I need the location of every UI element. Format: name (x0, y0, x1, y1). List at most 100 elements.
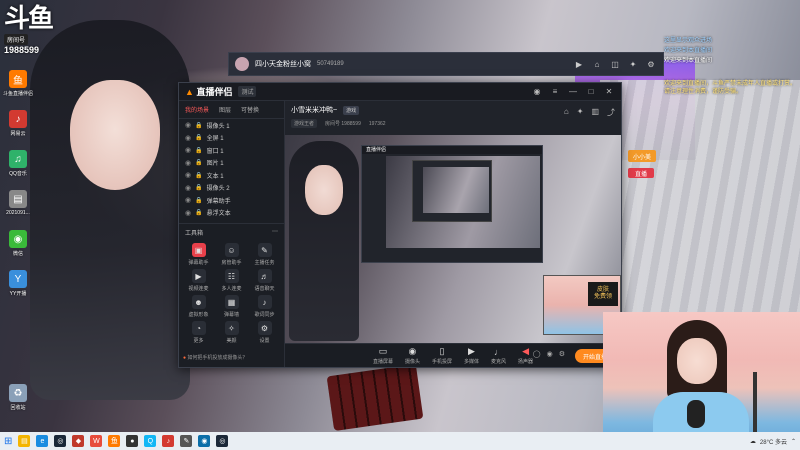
windows-start-icon[interactable]: ⊞ (4, 436, 12, 447)
stream-preview[interactable]: 直播伴侣 皮肤 免费领 (285, 135, 621, 345)
eye-icon[interactable]: ◉ (185, 171, 191, 179)
room-subcategory[interactable]: 游戏王者 (291, 119, 318, 128)
tool-lyrics[interactable]: ♪ 歌词同步 (249, 295, 280, 318)
layer-item[interactable]: ◉ 🔒 弹幕助手 (179, 194, 284, 207)
bag-icon[interactable]: ⌂ (564, 107, 569, 118)
tool-manager[interactable]: ☺ 房管助手 (216, 243, 247, 266)
desktop-icon-label: 微信 (12, 251, 23, 257)
tool-avatar[interactable]: ☻ 虚拟形象 (183, 295, 214, 318)
lock-icon[interactable]: 🔒 (195, 134, 202, 141)
edge-icon[interactable]: e (36, 435, 49, 447)
qq-icon[interactable]: Q (144, 435, 157, 447)
tool-more[interactable]: ◔ 更多 (183, 321, 214, 344)
close-icon[interactable]: ✕ (603, 86, 615, 98)
more-icon: ◔ (191, 321, 206, 335)
layer-item[interactable]: ◉ 🔒 窗口 1 (179, 144, 284, 157)
eye-icon[interactable]: ◉ (185, 209, 191, 217)
desktop-icon-yy[interactable]: Y YY开播 (2, 270, 34, 304)
eye-icon[interactable]: ◉ (185, 121, 191, 129)
douyu-app-icon[interactable]: 鱼 (108, 435, 121, 447)
steam-icon[interactable]: ◎ (54, 435, 67, 447)
control-media[interactable]: ▶ 多媒体 (464, 346, 479, 365)
music-icon[interactable]: ♪ (162, 435, 175, 447)
eye-icon[interactable]: ◉ (547, 350, 553, 358)
desktop-icon-netease[interactable]: ♪ 网易云 (2, 110, 34, 144)
tab-replaceable[interactable]: 可替换 (241, 105, 259, 114)
wegame-icon[interactable]: W (90, 435, 103, 447)
layer-item[interactable]: ◉ 🔒 全屏 1 (179, 132, 284, 145)
layer-item[interactable]: ◉ 🔒 悬浮文本 (179, 207, 284, 220)
control-camera[interactable]: ◉ 摄像头 (405, 346, 420, 365)
weather-icon[interactable]: ☁ (750, 438, 756, 445)
control-screen[interactable]: ▭ 直播屏幕 (373, 346, 393, 365)
settings-icon[interactable]: ⚙ (559, 350, 565, 358)
version-badge: 测试 (238, 86, 257, 97)
lock-icon[interactable]: 🔒 (195, 184, 202, 191)
toolbox-more-icon[interactable]: ⋯ (272, 228, 278, 237)
tool-task[interactable]: ✎ 主播任务 (249, 243, 280, 266)
eye-icon[interactable]: ◉ (185, 184, 191, 192)
eye-icon[interactable]: ◉ (185, 159, 191, 167)
layer-item[interactable]: ◉ 🔒 文本 1 (179, 169, 284, 182)
maximize-icon[interactable]: □ (585, 86, 597, 98)
steam2-icon[interactable]: ◎ (216, 435, 229, 447)
phone-camera-tip[interactable]: ● 如何把手机投放成摄像头？ (183, 354, 247, 361)
avatar-icon[interactable]: ◉ (531, 86, 543, 98)
lock-icon[interactable]: 🔒 (195, 172, 202, 179)
desktop-icon-wechat[interactable]: ◉ 微信 (2, 230, 34, 264)
tool-danmaku[interactable]: ▣ 弹幕助手 (183, 243, 214, 266)
control-mic[interactable]: ♩ 麦克风 (491, 347, 506, 365)
lock-icon[interactable]: 🔒 (195, 159, 202, 166)
tool-multi-link[interactable]: ☷ 多人连麦 (216, 269, 247, 292)
eye-icon[interactable]: ◉ (185, 196, 191, 204)
camera-app-icon[interactable]: ◉ (198, 435, 211, 447)
tab-layers[interactable]: 图层 (219, 105, 231, 114)
tool-settings[interactable]: ⚙ 设置 (249, 321, 280, 344)
tool-voice[interactable]: ♬ 语音聊天 (249, 269, 280, 292)
explorer-icon[interactable]: ▤ (18, 435, 31, 447)
desktop-icon-qqmusic[interactable]: ♫ QQ音乐 (2, 150, 34, 184)
avatar[interactable] (235, 57, 249, 71)
room-category[interactable]: 游戏 (343, 105, 360, 115)
lock-icon[interactable]: 🔒 (195, 147, 202, 154)
tab-scenes[interactable]: 我的场景 (185, 105, 209, 114)
control-phone[interactable]: ▯ 手机投屏 (432, 346, 452, 365)
layer-item[interactable]: ◉ 🔒 摄像头 2 (179, 182, 284, 195)
menu-icon[interactable]: ≡ (549, 86, 561, 98)
gift-icon[interactable]: ✦ (627, 58, 639, 70)
skin-promo-badge[interactable]: 皮肤 免费领 (588, 282, 618, 306)
desktop-icon-douyu[interactable]: 鱼 斗鱼直播伴侣 (2, 70, 34, 104)
game-icon[interactable]: ◆ (72, 435, 85, 447)
record-icon[interactable]: ◯ (533, 350, 541, 358)
home-icon[interactable]: ⌂ (591, 58, 603, 70)
control-speaker[interactable]: ◀ 扬声器 (518, 346, 533, 365)
desktop-icon-label: QQ音乐 (9, 171, 27, 177)
minimize-icon[interactable]: — (567, 86, 579, 98)
lock-icon[interactable]: 🔒 (195, 209, 202, 216)
desktop-icon-recycle-bin[interactable]: ♻ 回收站 (2, 384, 34, 418)
eye-icon[interactable]: ◉ (185, 134, 191, 142)
gift-icon[interactable]: ✦ (577, 107, 584, 118)
settings-icon[interactable]: ⚙ (645, 58, 657, 70)
tool-icon[interactable]: ✎ (180, 435, 193, 447)
layer-item[interactable]: ◉ 🔒 摄像头 1 (179, 119, 284, 132)
room-title[interactable]: 小雪米米冲鸭~ (291, 105, 337, 115)
lock-icon[interactable]: 🔒 (195, 197, 202, 204)
play-icon[interactable]: ▶ (573, 58, 585, 70)
chevron-up-icon[interactable]: ⌃ (791, 438, 796, 445)
obs-icon[interactable]: ● (126, 435, 139, 447)
room-id-pill: 50749189 (317, 61, 344, 67)
layer-item[interactable]: ◉ 🔒 图片 1 (179, 157, 284, 170)
eye-icon[interactable]: ◉ (185, 146, 191, 154)
tool-video-link[interactable]: ▶ 视频连麦 (183, 269, 214, 292)
tool-wall[interactable]: ▦ 弹幕墙 (216, 295, 247, 318)
gamepad-icon[interactable]: ◫ (609, 58, 621, 70)
desktop-icon-file[interactable]: ▤ 2021091... (2, 190, 34, 224)
tool-beauty[interactable]: ✧ 美颜 (216, 321, 247, 344)
weather-text[interactable]: 28°C 多云 (760, 437, 787, 446)
lock-icon[interactable]: 🔒 (195, 122, 202, 129)
streamer-image-left (30, 20, 190, 400)
share-icon[interactable]: ⤴ (607, 107, 615, 118)
desktop-icon-label: 2021091... (6, 210, 30, 216)
chart-icon[interactable]: ▥ (591, 107, 599, 118)
